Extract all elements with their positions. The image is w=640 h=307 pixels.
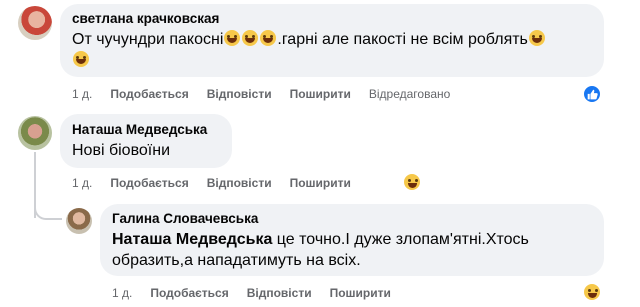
reply-author[interactable]: Галина Словачевська: [112, 211, 258, 226]
comment-author[interactable]: Наташа Медведська: [72, 122, 207, 137]
reply-button[interactable]: Відповісти: [247, 286, 312, 300]
reply-time[interactable]: 1 д.: [112, 286, 132, 300]
comment-text-part: .гарні але пакості не всім роблять: [277, 31, 528, 48]
like-button[interactable]: Подобається: [150, 286, 228, 300]
grinning-emoji-icon: [528, 30, 545, 46]
comment-actions: 1 д. Подобається Відповісти Поширити Від…: [72, 87, 450, 101]
reply-text-part: образить,а нападатимуть на всіх.: [112, 252, 361, 269]
reply-button[interactable]: Відповісти: [207, 176, 272, 190]
reply-actions: 1 д. Подобається Відповісти Поширити: [112, 286, 409, 300]
share-button[interactable]: Поширити: [330, 286, 391, 300]
reply-button[interactable]: Відповісти: [207, 87, 272, 101]
like-button[interactable]: Подобається: [110, 87, 188, 101]
comment-time[interactable]: 1 д.: [72, 176, 92, 190]
like-reaction-badge[interactable]: [582, 84, 602, 104]
share-button[interactable]: Поширити: [290, 176, 351, 190]
comment-actions: 1 д. Подобається Відповісти Поширити: [72, 176, 369, 190]
laughing-tears-emoji-icon: [260, 30, 277, 46]
comment-time[interactable]: 1 д.: [72, 87, 92, 101]
like-icon: [587, 89, 598, 99]
comment-text-part: От чучундри пакосні: [72, 31, 224, 48]
comment-text: От чучундри пакосні .гарні але пакості не…: [72, 29, 596, 71]
laughing-tears-emoji-icon: [242, 30, 259, 46]
avatar[interactable]: [18, 6, 52, 40]
avatar[interactable]: [66, 208, 92, 234]
comment-text: Нові біовоїни: [72, 142, 171, 159]
reply-text-part: це точно.І дуже злопам'ятні.Хтось: [272, 231, 529, 248]
laughing-emoji-icon[interactable]: [582, 282, 602, 302]
laughing-tears-emoji-icon: [224, 30, 241, 46]
like-button[interactable]: Подобається: [110, 176, 188, 190]
thread-line: [34, 196, 62, 220]
mention-link[interactable]: Наташа Медведська: [112, 231, 272, 248]
edited-label: Відредаговано: [368, 87, 451, 101]
laughing-emoji-icon[interactable]: [402, 172, 422, 192]
avatar[interactable]: [18, 116, 52, 150]
share-button[interactable]: Поширити: [290, 87, 351, 101]
laughing-tears-emoji-icon: [73, 51, 89, 67]
comments-section: светлана крачковская От чучундри пакосні…: [0, 0, 640, 307]
reply-text: Наташа Медведська це точно.І дуже злопам…: [112, 229, 596, 271]
comment-author[interactable]: светлана крачковская: [72, 11, 219, 26]
